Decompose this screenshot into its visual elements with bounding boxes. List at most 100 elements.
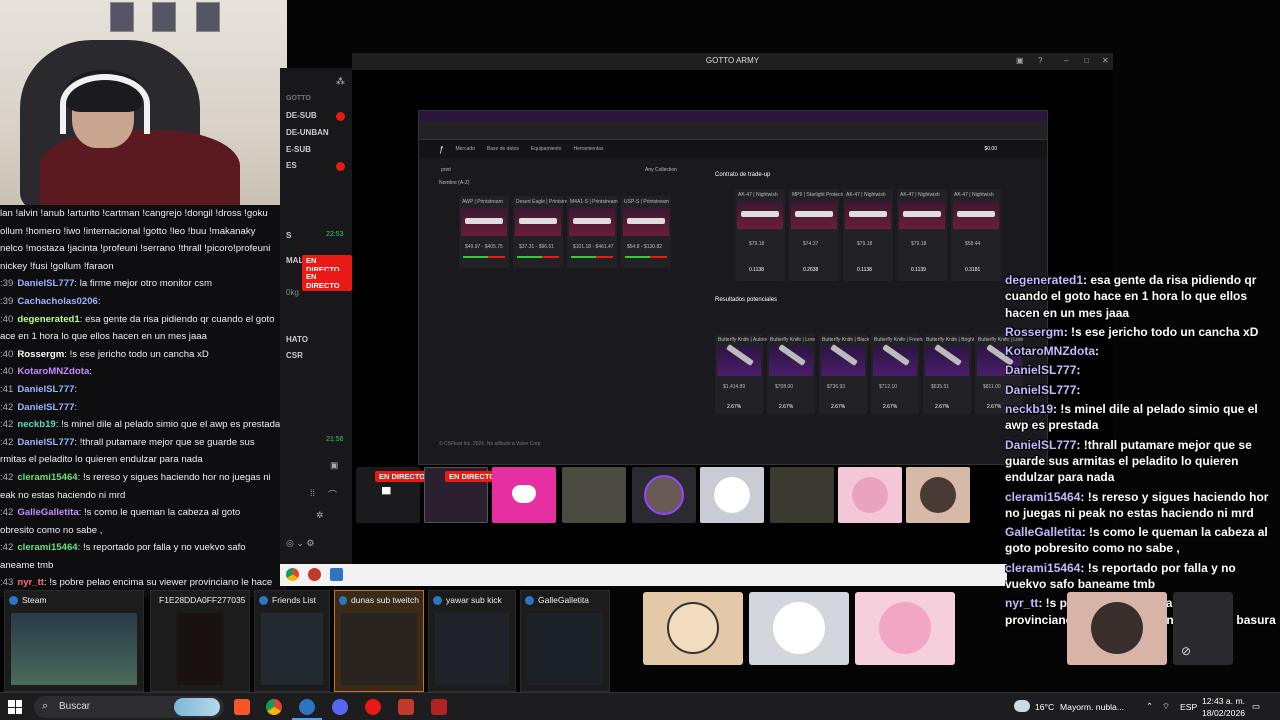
chrome-icon[interactable]	[266, 699, 282, 715]
weather-temp[interactable]: 16°C	[1035, 702, 1054, 712]
manager-item[interactable]: ES	[286, 161, 297, 170]
chat-username[interactable]: nyr_tt	[17, 577, 44, 588]
avatar	[920, 477, 956, 513]
headset-icon[interactable]: ⌒	[328, 488, 337, 501]
settings-icon[interactable]: ✲	[316, 510, 324, 521]
weather-desc[interactable]: Mayorm. nubla...	[1060, 702, 1124, 712]
chat-username[interactable]: DanielSL777	[17, 437, 74, 448]
chat-username[interactable]: Cachacholas0206	[17, 296, 98, 307]
friend-avatar-tile[interactable]	[838, 467, 902, 523]
chat-message-text: ace en 1 hora lo que ellos hacen en un m…	[0, 331, 207, 343]
window-thumbnail[interactable]: yawar sub kick	[428, 590, 516, 692]
close-icon[interactable]: ✕	[1102, 56, 1109, 65]
knife-result-card[interactable]: Butterfly Knife | Black Laminate $736.93 2…	[819, 334, 891, 414]
minimize-icon[interactable]: –	[1064, 56, 1068, 65]
friend-avatar[interactable]	[643, 592, 743, 665]
steam-icon	[259, 595, 268, 605]
address-bar[interactable]	[419, 121, 1047, 131]
manager-item[interactable]: E-SUB	[286, 145, 311, 154]
skin-card[interactable]: USP-S | Printstream $54.8 - $130.82	[621, 196, 671, 268]
nav-link[interactable]: Equipamiento	[531, 146, 562, 152]
collection-select[interactable]: Any Collection	[645, 167, 677, 173]
chat-icon[interactable]: ▣	[330, 460, 339, 471]
notification-icon[interactable]: ▭	[1252, 701, 1260, 712]
contract-input-card[interactable]: AK-47 | Nightwish $58.44 0.3181	[951, 189, 1001, 281]
clock-date[interactable]: 18/02/2026	[1202, 708, 1245, 718]
share-icon[interactable]: ▣	[1016, 56, 1024, 65]
overlay-chat-username: nyr_tt	[1005, 596, 1039, 611]
sort-select[interactable]: Nombre (A-Z)	[439, 180, 470, 186]
app-icon[interactable]	[330, 568, 343, 581]
friend-avatar[interactable]	[1067, 592, 1167, 665]
knife-result-card[interactable]: Butterfly Knife | Lore $708.00 2.67%	[767, 334, 815, 414]
app-icon[interactable]	[308, 568, 321, 581]
help-icon[interactable]: ?	[1038, 56, 1042, 65]
chat-username[interactable]: KotaroMNZdota	[17, 366, 89, 377]
friend-avatar[interactable]: ⊘	[1173, 592, 1233, 665]
skin-price: $79.18	[749, 241, 765, 247]
manager-add-icon[interactable]: ⁂	[336, 76, 346, 86]
friend-avatar[interactable]	[855, 592, 955, 665]
wear-bar	[571, 256, 613, 258]
tray-chevron-icon[interactable]: ⌃	[1146, 701, 1153, 712]
clock-time[interactable]: 12:43 a. m.	[1202, 696, 1245, 706]
chat-username[interactable]: Rossergm	[17, 349, 64, 360]
chat-username[interactable]: DanielSL777	[17, 384, 74, 395]
chat-message: :39 Cachacholas0206:	[0, 293, 287, 311]
weather-icon[interactable]	[1014, 700, 1030, 712]
chat-username[interactable]: clerami15464	[17, 542, 77, 553]
headset-icon[interactable]: ◎ ⌄ ⚙	[286, 538, 314, 549]
app-icon[interactable]	[398, 699, 414, 715]
taskbar-search[interactable]: ⌕ Buscar	[34, 696, 224, 718]
window-label: Friends List	[272, 595, 316, 605]
chat-username[interactable]: GalleGalletita	[17, 507, 78, 518]
window-thumbnail[interactable]: Friends List	[254, 590, 330, 692]
wifi-icon[interactable]: ⌔	[1162, 701, 1170, 712]
chat-username[interactable]: neckb19	[17, 419, 55, 430]
chrome-icon[interactable]	[286, 568, 299, 581]
contract-input-card[interactable]: AK-47 | Nightwish $79.18 0.1138	[843, 189, 893, 281]
window-thumbnail[interactable]: F1E28DDA0FF277035...	[150, 590, 250, 692]
dota-icon[interactable]	[431, 699, 447, 715]
maximize-icon[interactable]: □	[1084, 56, 1089, 65]
knife-result-card[interactable]: Butterfly Knife | Freehand $712.10 2.67%	[871, 334, 931, 414]
friend-avatar-tile[interactable]	[906, 467, 970, 523]
contract-input-card[interactable]: AK-47 | Nightwish $79.18 0.1139	[897, 189, 947, 281]
friend-avatar-tile[interactable]	[770, 467, 834, 523]
skin-card[interactable]: AWP | Printstream $49.97 - $405.75	[459, 196, 509, 268]
knife-result-card[interactable]: Butterfly Knife | Bright Water $635.51 2.6…	[923, 334, 989, 414]
contract-input-card[interactable]: MP9 | Starlight Protector $74.37 0.2638	[789, 189, 846, 281]
nav-link[interactable]: Base de datos	[487, 146, 519, 152]
search-input[interactable]: print	[441, 167, 451, 173]
brave-icon[interactable]	[234, 699, 250, 715]
browser-tabs[interactable]	[419, 111, 1047, 121]
language-indicator[interactable]: ESP	[1180, 702, 1197, 712]
skin-card[interactable]: Desert Eagle | Printstream $37.31 - $96.5…	[513, 196, 575, 268]
friend-avatar-tile[interactable]	[632, 467, 696, 523]
start-icon[interactable]	[8, 700, 22, 714]
discord-icon[interactable]	[332, 699, 348, 715]
app-icon[interactable]	[365, 699, 381, 715]
chat-username[interactable]: degenerated1	[17, 314, 79, 325]
window-thumbnail[interactable]: GalleGalletita	[520, 590, 610, 692]
nav-link[interactable]: Mercado	[455, 146, 474, 152]
contract-input-card[interactable]: AK-47 | Nightwish $79.18 0.1138	[735, 189, 785, 281]
chat-username[interactable]: DanielSL777	[17, 402, 74, 413]
manager-item[interactable]: DE-UNBAN	[286, 128, 329, 137]
friend-avatar-tile[interactable]	[562, 467, 626, 523]
friend-avatar[interactable]	[749, 592, 849, 665]
mute-icon[interactable]: ⊘	[1181, 644, 1191, 658]
discord-tile[interactable]	[492, 467, 556, 523]
skin-float: 0.3181	[965, 267, 981, 273]
window-thumbnail[interactable]: dunas sub tweitch	[334, 590, 424, 692]
window-thumbnail[interactable]: Steam	[4, 590, 144, 692]
skin-card[interactable]: M4A1-S | Printstream $101.18 - $461.47	[567, 196, 618, 268]
knife-result-card[interactable]: Butterfly Knife | Autotronic $1,414.89 2.6…	[715, 334, 775, 414]
window-label: dunas sub tweitch	[350, 595, 419, 605]
friend-avatar-tile[interactable]	[700, 467, 764, 523]
nav-link[interactable]: Herramientas	[573, 146, 603, 152]
manager-item[interactable]: DE-SUB	[286, 111, 317, 120]
audio-icon[interactable]: ⁞⁞	[310, 488, 315, 498]
chat-username[interactable]: DanielSL777	[17, 278, 74, 289]
chat-username[interactable]: clerami15464	[17, 472, 77, 483]
